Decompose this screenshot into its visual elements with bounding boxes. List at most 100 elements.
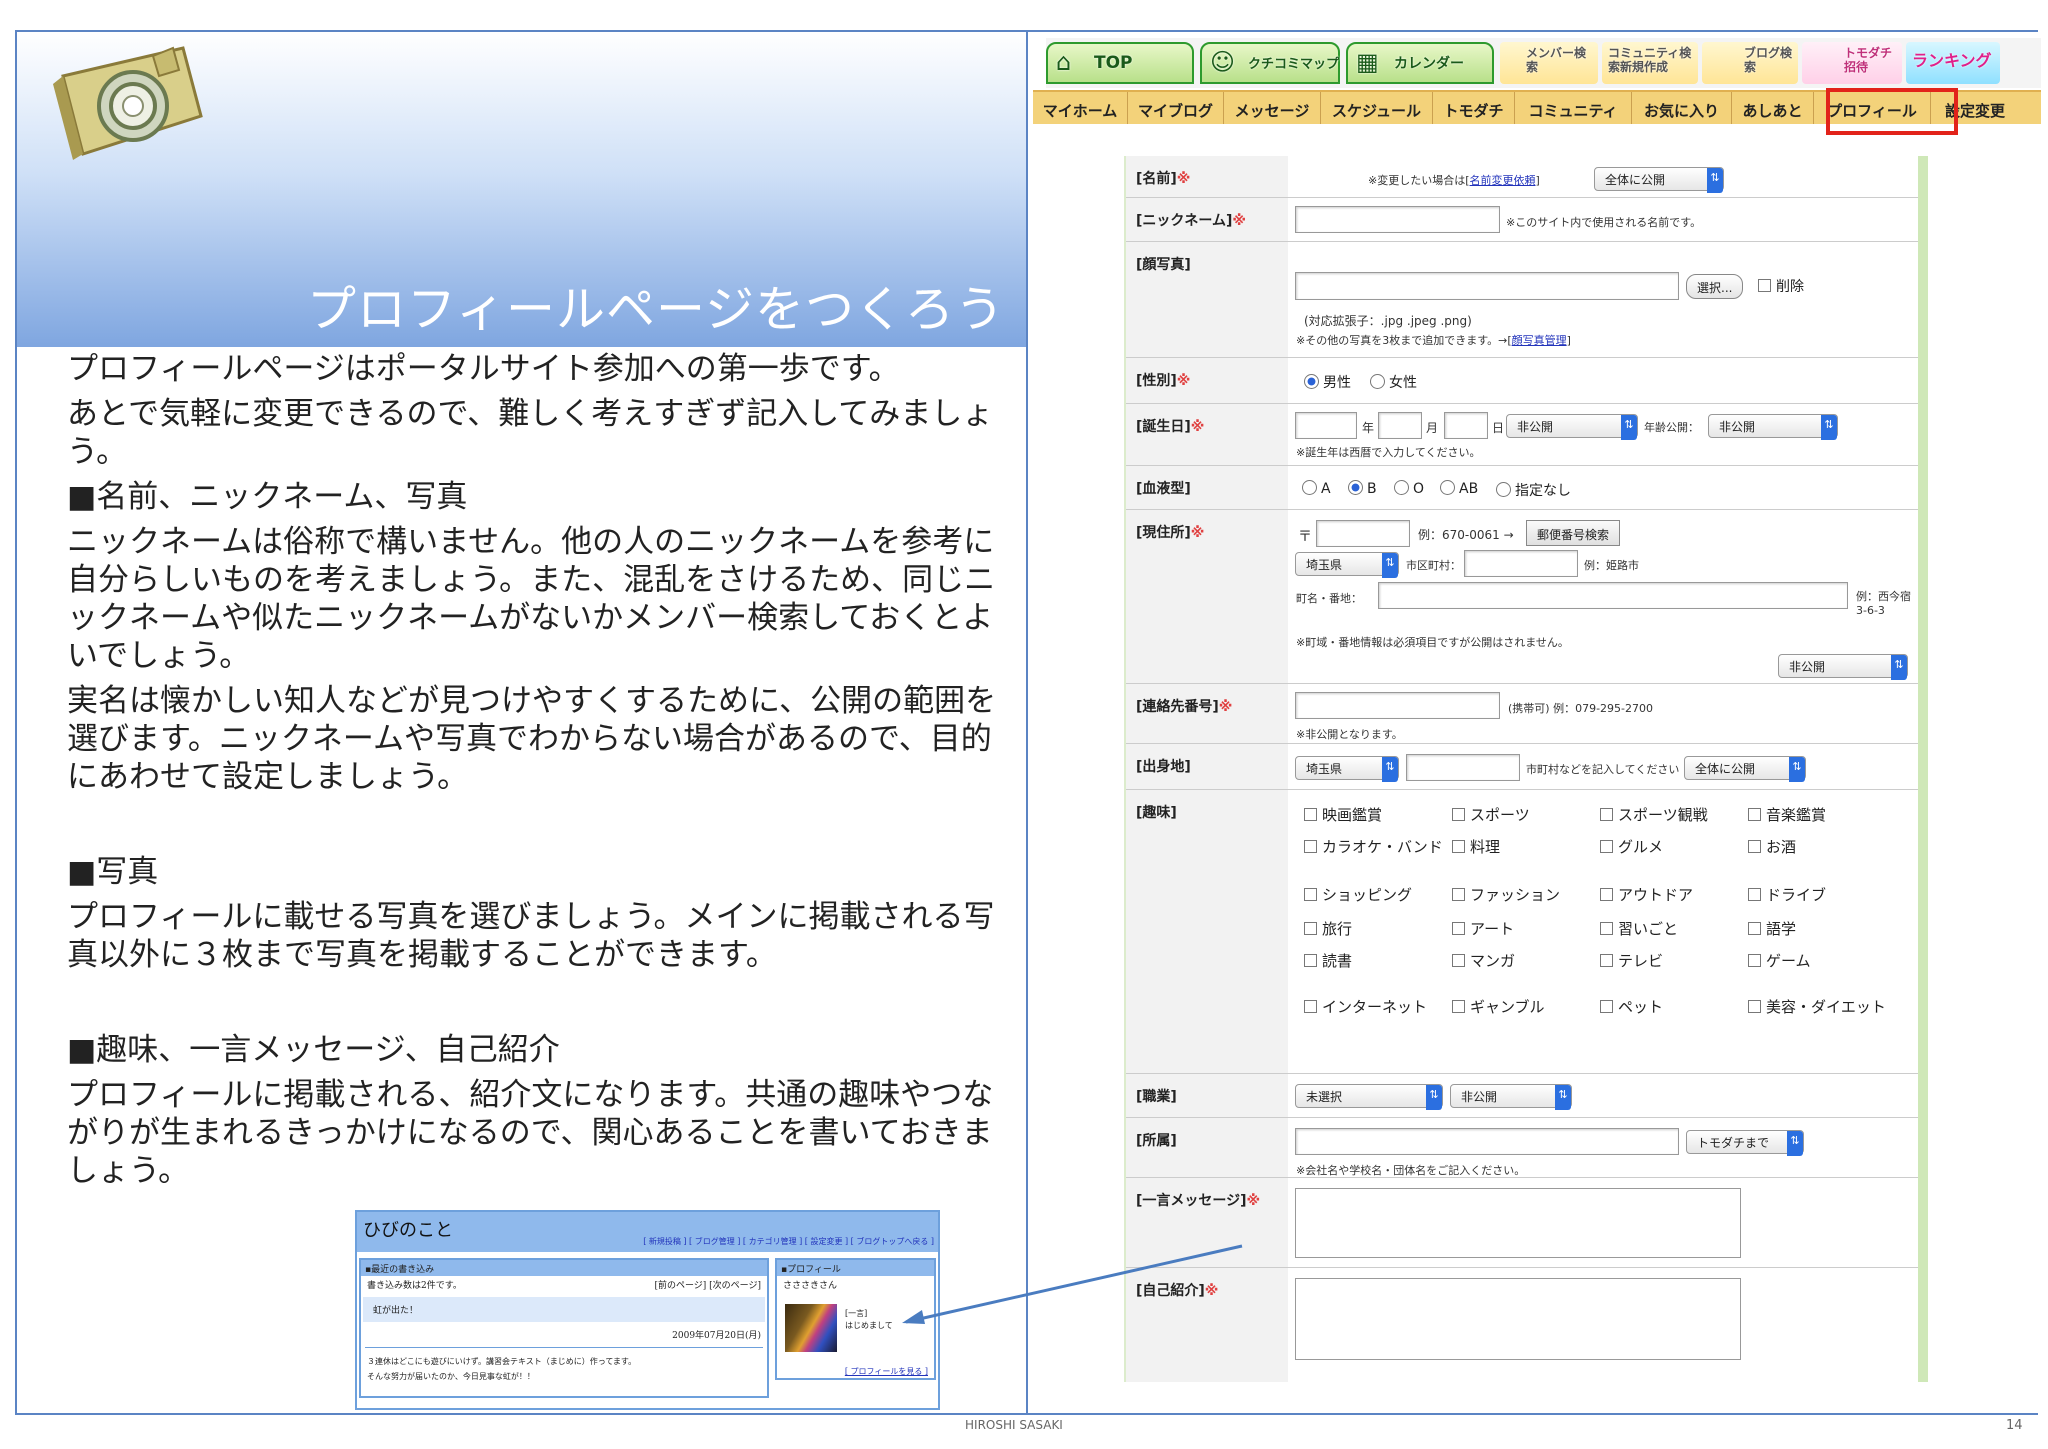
pager-links[interactable]: [前のページ] [次のページ] bbox=[654, 1278, 761, 1291]
prefecture-select[interactable]: 埼玉県 bbox=[1295, 552, 1399, 578]
tab-community[interactable]: コミュニティ bbox=[1515, 92, 1632, 124]
blood-a-radio[interactable]: A bbox=[1302, 480, 1331, 497]
hometown-visibility-select[interactable]: 全体に公開 bbox=[1684, 756, 1806, 782]
row-address: [現住所]※ 〒 例：670-0061 → 郵便番号検索 埼玉県 市区町村： 例… bbox=[1126, 510, 1918, 684]
nav-calendar[interactable]: ▦ カレンダー bbox=[1346, 42, 1494, 84]
message-textarea[interactable] bbox=[1295, 1188, 1741, 1258]
blog-links[interactable]: [ 新規投稿 ] [ ブログ管理 ] [ カテゴリ管理 ] [ 設定変更 ] [… bbox=[643, 1236, 934, 1247]
birth-year-input[interactable] bbox=[1295, 412, 1357, 439]
hobby-checkbox[interactable]: インターネット bbox=[1304, 996, 1444, 1017]
hobby-checkbox[interactable]: スポーツ観戦 bbox=[1600, 804, 1708, 825]
hobby-checkbox[interactable]: 旅行 bbox=[1304, 918, 1352, 939]
job-visibility-select[interactable]: 非公開 bbox=[1450, 1084, 1572, 1110]
hobby-checkbox[interactable]: 料理 bbox=[1452, 836, 1500, 857]
field-label: [誕生日]※ bbox=[1126, 404, 1288, 465]
hobby-checkbox[interactable]: お酒 bbox=[1748, 836, 1796, 857]
gender-female-radio[interactable]: 女性 bbox=[1370, 372, 1417, 392]
hobby-checkbox[interactable]: マンガ bbox=[1452, 950, 1515, 971]
tab-friends[interactable]: トモダチ bbox=[1433, 92, 1515, 124]
hobby-checkbox[interactable]: 読書 bbox=[1304, 950, 1352, 971]
recent-posts-box: ▪最近の書き込み 書き込み数は2件です。 [前のページ] [次のページ] 虹が出た… bbox=[359, 1258, 769, 1398]
tab-myblog[interactable]: マイブログ bbox=[1128, 92, 1224, 124]
hobby-checkbox[interactable]: 語学 bbox=[1748, 918, 1796, 939]
nav-label: メンバー検索 bbox=[1526, 46, 1587, 74]
hobby-checkbox[interactable]: 音楽鑑賞 bbox=[1748, 804, 1826, 825]
photo-file-input[interactable] bbox=[1295, 272, 1679, 300]
address-visibility-select[interactable]: 非公開 bbox=[1778, 654, 1908, 680]
choose-file-button[interactable]: 選択... bbox=[1686, 274, 1744, 299]
blood-unspecified-radio[interactable]: 指定なし bbox=[1496, 480, 1571, 500]
field-label: [趣味] bbox=[1126, 790, 1288, 1073]
intro-textarea[interactable] bbox=[1295, 1278, 1741, 1360]
tab-schedule[interactable]: スケジュール bbox=[1321, 92, 1433, 124]
postal-code-input[interactable] bbox=[1316, 520, 1410, 547]
nav-top[interactable]: ⌂ TOP bbox=[1046, 42, 1194, 84]
tab-message[interactable]: メッセージ bbox=[1224, 92, 1321, 124]
phone-input[interactable] bbox=[1295, 692, 1500, 719]
affiliation-visibility-select[interactable]: トモダチまで bbox=[1686, 1130, 1804, 1156]
field-label: [性別]※ bbox=[1126, 358, 1288, 403]
age-visibility-select[interactable]: 非公開 bbox=[1708, 414, 1838, 440]
birthday-note: ※誕生年は西暦で入力してください。 bbox=[1296, 446, 1481, 459]
photo-manage-link[interactable]: 顔写真管理 bbox=[1512, 334, 1567, 347]
hobby-checkbox[interactable]: グルメ bbox=[1600, 836, 1663, 857]
nickname-input[interactable] bbox=[1295, 206, 1500, 233]
nav-label: TOP bbox=[1094, 53, 1133, 73]
blood-ab-radio[interactable]: AB bbox=[1440, 480, 1478, 497]
city-input[interactable] bbox=[1464, 550, 1578, 577]
affiliation-input[interactable] bbox=[1295, 1128, 1679, 1155]
hobby-checkbox[interactable]: ゲーム bbox=[1748, 950, 1811, 971]
hobby-checkbox[interactable]: カラオケ・バンド bbox=[1304, 836, 1444, 857]
hobby-checkbox[interactable]: ギャンブル bbox=[1452, 996, 1545, 1017]
hometown-city-input[interactable] bbox=[1406, 754, 1520, 781]
delete-photo-checkbox[interactable]: 削除 bbox=[1758, 276, 1804, 296]
hobby-checkbox[interactable]: テレビ bbox=[1600, 950, 1663, 971]
hobby-checkbox[interactable]: スポーツ bbox=[1452, 804, 1530, 825]
hobby-checkbox[interactable]: ショッピング bbox=[1304, 884, 1412, 905]
name-visibility-select[interactable]: 全体に公開 bbox=[1594, 167, 1724, 193]
camera-icon bbox=[53, 46, 203, 160]
section-heading: ■写真 bbox=[67, 854, 159, 890]
hobby-checkbox[interactable]: ドライブ bbox=[1748, 884, 1826, 905]
tab-favorites[interactable]: お気に入り bbox=[1632, 92, 1732, 124]
hobby-checkbox[interactable]: ファッション bbox=[1452, 884, 1560, 905]
job-select[interactable]: 未選択 bbox=[1295, 1084, 1443, 1110]
nav-invite[interactable]: トモダチ招待 bbox=[1802, 42, 1902, 84]
hometown-prefecture-select[interactable]: 埼玉県 bbox=[1295, 756, 1399, 782]
blood-o-radio[interactable]: O bbox=[1394, 480, 1424, 497]
town-input[interactable] bbox=[1378, 582, 1848, 609]
entry-title[interactable]: 虹が出た！ bbox=[363, 1297, 765, 1322]
field-label: [連絡先番号]※ bbox=[1126, 684, 1288, 743]
nav-kuchikomi-map[interactable]: ☺ クチコミマップ bbox=[1200, 42, 1340, 84]
paragraph: プロフィールに掲載される、紹介文になります。共通の趣味やつながりが生まれるきっか… bbox=[67, 1077, 994, 1189]
postal-mark: 〒 bbox=[1298, 529, 1312, 545]
hobby-checkbox[interactable]: 美容・ダイエット bbox=[1748, 996, 1888, 1017]
gender-male-radio[interactable]: 男性 bbox=[1304, 372, 1351, 392]
hobby-checkbox[interactable]: 映画鑑賞 bbox=[1304, 804, 1382, 825]
blood-b-radio[interactable]: B bbox=[1348, 480, 1377, 497]
row-hobbies: [趣味] 映画鑑賞 スポーツ スポーツ観戦 音楽鑑賞カラオケ・バンド 料理 グルメ お酒ショ… bbox=[1126, 790, 1918, 1074]
tab-myhome[interactable]: マイホーム bbox=[1033, 92, 1128, 124]
nav-member-search[interactable]: メンバー検索 bbox=[1500, 42, 1598, 84]
hobby-checkbox[interactable]: アート bbox=[1452, 918, 1514, 939]
postal-search-button[interactable]: 郵便番号検索 bbox=[1526, 520, 1621, 546]
field-label: [一言メッセージ]※ bbox=[1126, 1178, 1288, 1267]
tab-footprints[interactable]: あしあと bbox=[1732, 92, 1814, 124]
nav-blog-search[interactable]: ブログ検索 bbox=[1702, 42, 1798, 84]
birth-month-input[interactable] bbox=[1378, 412, 1422, 439]
nav-community[interactable]: コミュニティ検索新規作成 bbox=[1602, 42, 1698, 84]
paragraph: プロフィールページはポータルサイト参加への第一歩です。 bbox=[67, 351, 900, 387]
view-profile-link[interactable]: [ プロフィールを見る ] bbox=[839, 1364, 934, 1379]
nav-ranking[interactable]: ランキング bbox=[1906, 42, 2000, 84]
birth-day-input[interactable] bbox=[1444, 412, 1488, 439]
hobby-checkbox[interactable]: 習いごと bbox=[1600, 918, 1678, 939]
nav-label: ランキング bbox=[1912, 51, 1992, 70]
field-label: [名前]※ bbox=[1126, 156, 1288, 197]
row-phone: [連絡先番号]※ (携帯可) 例：079-295-2700 ※非公開となります。 bbox=[1126, 684, 1918, 744]
birthday-visibility-select[interactable]: 非公開 bbox=[1506, 414, 1638, 440]
hobby-checkbox[interactable]: ペット bbox=[1600, 996, 1663, 1017]
hobby-checkbox[interactable]: アウトドア bbox=[1600, 884, 1693, 905]
name-change-link[interactable]: 名前変更依頼 bbox=[1470, 174, 1536, 187]
page-number: 14 bbox=[2006, 1418, 2023, 1433]
row-birthday: [誕生日]※ 年 月 日 非公開 年齢公開： 非公開 ※誕生年は西暦で入力してく… bbox=[1126, 404, 1918, 466]
